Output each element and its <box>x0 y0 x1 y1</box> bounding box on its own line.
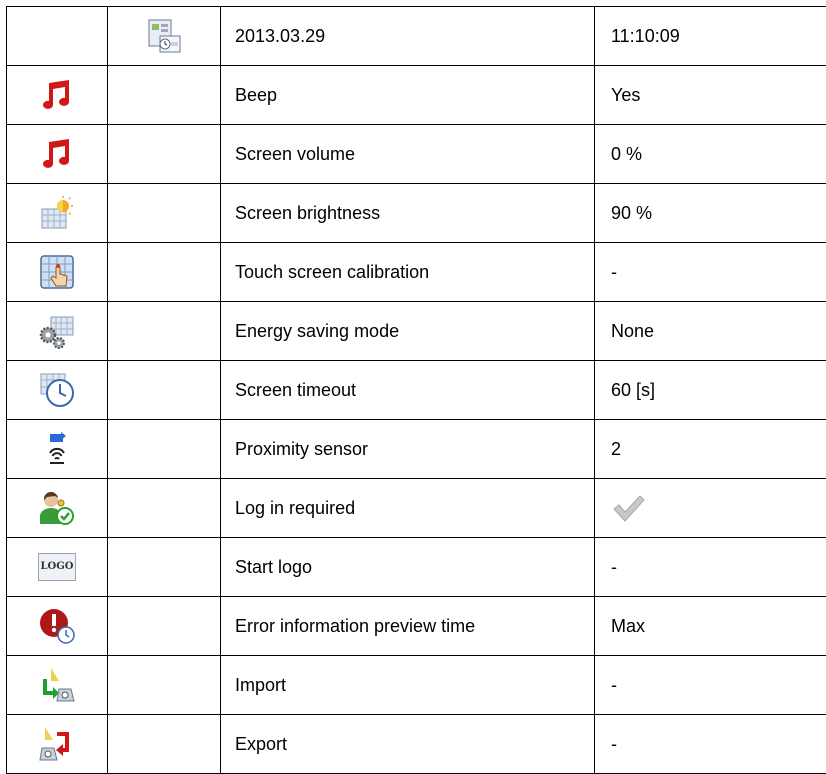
row-label: Proximity sensor <box>221 420 595 479</box>
checkmark-icon <box>611 490 647 526</box>
row-value: 0 % <box>595 125 826 184</box>
row-label: Touch screen calibration <box>221 243 595 302</box>
time-value: 11:10:09 <box>595 7 826 66</box>
row-label: Import <box>221 656 595 715</box>
table-row[interactable]: Log in required <box>7 479 826 538</box>
proximity-sensor-icon <box>39 431 75 467</box>
row-label: Start logo <box>221 538 595 597</box>
table-row[interactable]: Screen volume 0 % <box>7 125 826 184</box>
row-label: Export <box>221 715 595 774</box>
row-value: - <box>595 538 826 597</box>
row-value: Yes <box>595 66 826 125</box>
table-row-datetime[interactable]: 2013.03.29 11:10:09 <box>7 7 826 66</box>
table-row[interactable]: Error information preview time Max <box>7 597 826 656</box>
row-value: None <box>595 302 826 361</box>
cell-icon-blank <box>7 7 108 66</box>
row-value: - <box>595 656 826 715</box>
date-time-icon <box>146 18 182 54</box>
error-clock-icon <box>39 608 75 644</box>
cell-datetime-icon <box>108 7 221 66</box>
table-row[interactable]: Energy saving mode None <box>7 302 826 361</box>
table-row[interactable]: Beep Yes <box>7 66 826 125</box>
row-value: - <box>595 243 826 302</box>
row-value: - <box>595 715 826 774</box>
table-row[interactable]: Touch screen calibration - <box>7 243 826 302</box>
import-icon <box>39 667 75 703</box>
user-login-icon <box>39 490 75 526</box>
row-label: Log in required <box>221 479 595 538</box>
table-row[interactable]: Import - <box>7 656 826 715</box>
row-label: Screen brightness <box>221 184 595 243</box>
row-value: Max <box>595 597 826 656</box>
row-label: Screen volume <box>221 125 595 184</box>
logo-icon: LOGO <box>38 553 76 581</box>
table-row[interactable]: Proximity sensor 2 <box>7 420 826 479</box>
row-value: 90 % <box>595 184 826 243</box>
energy-gears-icon <box>39 313 75 349</box>
settings-table: 2013.03.29 11:10:09 Beep Yes Screen volu… <box>6 6 826 774</box>
row-label: Screen timeout <box>221 361 595 420</box>
row-label: Energy saving mode <box>221 302 595 361</box>
music-note-icon <box>39 77 75 113</box>
table-row[interactable]: Screen brightness 90 % <box>7 184 826 243</box>
table-row[interactable]: LOGO Start logo - <box>7 538 826 597</box>
row-value: 2 <box>595 420 826 479</box>
date-value: 2013.03.29 <box>221 7 595 66</box>
screen-clock-icon <box>39 372 75 408</box>
row-value: 60 [s] <box>595 361 826 420</box>
row-label: Beep <box>221 66 595 125</box>
brightness-sun-icon <box>39 195 75 231</box>
music-note-icon <box>39 136 75 172</box>
table-row[interactable]: Screen timeout 60 [s] <box>7 361 826 420</box>
row-label: Error information preview time <box>221 597 595 656</box>
table-row[interactable]: Export - <box>7 715 826 774</box>
touch-calibration-icon <box>39 254 75 290</box>
export-icon <box>39 726 75 762</box>
